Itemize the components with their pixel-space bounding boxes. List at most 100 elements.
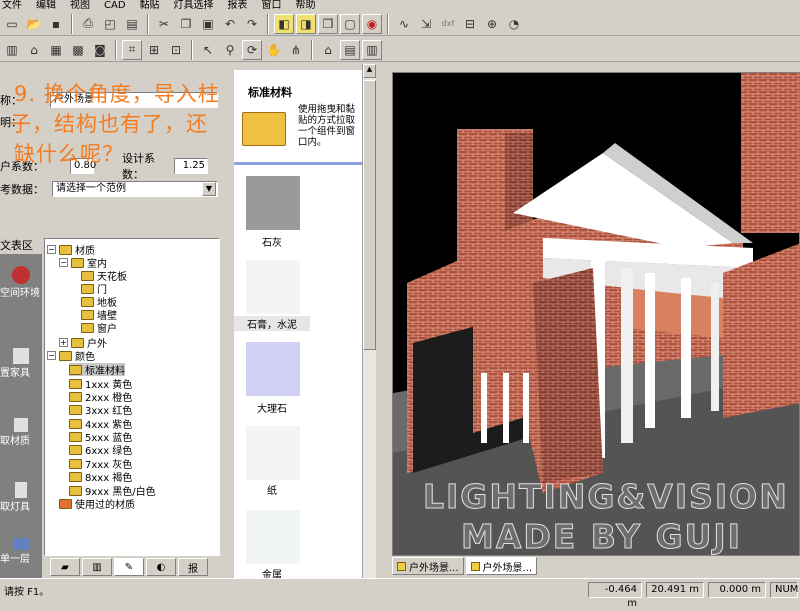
menu-paste[interactable]: 黏贴 xyxy=(140,0,160,12)
collapse-icon[interactable]: − xyxy=(47,245,56,254)
ref-select[interactable]: 请选择一个范例 ▼ xyxy=(52,181,218,197)
annotation-line-3: 缺什么呢？ xyxy=(14,142,124,166)
walk-icon[interactable]: ⋔ xyxy=(286,40,306,60)
paste-icon[interactable]: ▣ xyxy=(198,14,218,34)
print-icon[interactable]: ⎙ xyxy=(78,14,98,34)
split-vertical-icon[interactable]: ▥ xyxy=(362,39,382,60)
collapse-icon[interactable]: − xyxy=(59,258,68,267)
cut-icon[interactable]: ✂ xyxy=(154,14,174,34)
menu-lights[interactable]: 灯具选择 xyxy=(174,0,214,12)
pointer-icon[interactable]: ↖ xyxy=(198,40,218,60)
info-icon[interactable]: ◔ xyxy=(504,14,524,34)
menu-window[interactable]: 窗口 xyxy=(262,0,282,12)
copy-icon[interactable]: ❐ xyxy=(176,14,196,34)
render-viewport[interactable]: LIGHTING&VISION MADE BY GUJI xyxy=(392,72,800,556)
expand-icon[interactable]: + xyxy=(59,338,68,347)
undo-icon[interactable]: ↶ xyxy=(220,14,240,34)
tab-report[interactable]: 报 xyxy=(178,558,208,576)
tree-node-color[interactable]: − 颜色 xyxy=(47,349,95,363)
menu-file[interactable]: 文件 xyxy=(2,0,22,12)
tab-light[interactable]: ◐ xyxy=(146,558,176,576)
folder-icon xyxy=(69,485,82,496)
menu-help[interactable]: 帮助 xyxy=(296,0,316,12)
home-view-icon[interactable]: ⌂ xyxy=(318,40,338,60)
measure-icon[interactable]: ∿ xyxy=(394,14,414,34)
menu-edit[interactable]: 编辑 xyxy=(36,0,56,12)
calc-icon[interactable]: ⊟ xyxy=(460,14,480,34)
scroll-up-icon[interactable]: ▲ xyxy=(363,64,376,78)
new-file-icon[interactable]: ▭ xyxy=(2,14,22,34)
tab-outdoor-scene-2[interactable]: 户外场景... xyxy=(465,557,538,575)
menu-report[interactable]: 报表 xyxy=(228,0,248,12)
tree-label: 3xxx 红色 xyxy=(85,406,133,417)
grid-icon[interactable]: ⌗ xyxy=(122,39,142,60)
align-icon[interactable]: ⊞ xyxy=(144,40,164,60)
project-view-icon[interactable]: ◨ xyxy=(296,13,316,34)
folder-icon xyxy=(69,391,82,402)
tree-node-c8[interactable]: 8xxx 褐色 xyxy=(69,470,132,484)
sidebar-item-furniture[interactable]: 置家具 xyxy=(0,348,42,379)
tree-node-window[interactable]: 窗户 xyxy=(81,321,117,335)
redo-icon[interactable]: ↷ xyxy=(242,14,262,34)
folder-large-icon xyxy=(242,112,286,146)
folder-icon xyxy=(69,404,82,415)
swatch-marble[interactable] xyxy=(246,342,300,396)
swatch-plaster[interactable] xyxy=(246,260,300,314)
orbit-icon[interactable]: ⟳ xyxy=(242,39,262,60)
stamp-icon[interactable]: ◙ xyxy=(90,40,110,60)
tab-furniture[interactable]: ▥ xyxy=(82,558,112,576)
design-coef-field[interactable]: 1.25 xyxy=(174,158,208,174)
split-horizontal-icon[interactable]: ▤ xyxy=(340,39,360,60)
pan-hand-icon[interactable]: ✋ xyxy=(264,40,284,60)
cube-view-icon[interactable]: ❒ xyxy=(318,13,338,34)
sidebar-item-material[interactable]: 取材质 xyxy=(0,418,42,447)
sidebar-item-lights[interactable]: 取灯具 xyxy=(0,482,42,513)
save-icon[interactable]: ▪ xyxy=(46,14,66,34)
tab-outdoor-scene-1[interactable]: 户外场景... xyxy=(392,557,464,575)
toolbar-separator xyxy=(311,39,313,60)
sidebar-item-label: 置家具 xyxy=(0,368,30,379)
chevron-down-icon[interactable]: ▼ xyxy=(202,182,216,196)
tree-node-c6[interactable]: 6xxx 绿色 xyxy=(69,443,132,457)
folder-icon xyxy=(81,322,94,333)
wall-icon[interactable]: ▦ xyxy=(46,40,66,60)
menu-cad[interactable]: CAD xyxy=(104,0,126,12)
status-hint: 请按 F1。 xyxy=(4,587,50,598)
folder-icon xyxy=(69,418,82,429)
tab-folder[interactable]: ▰ xyxy=(50,558,80,576)
tab-material[interactable]: ✎ xyxy=(114,558,144,576)
ref-row: 考数据： 请选择一个范例 ▼ xyxy=(0,181,218,197)
tree-node-used[interactable]: 使用过的材质 xyxy=(59,497,135,511)
tree-node-standard[interactable]: 标准材料 xyxy=(69,363,125,377)
material-scrollbar[interactable]: ▲ xyxy=(362,64,376,578)
dxf-export-icon[interactable]: dxf xyxy=(438,19,458,28)
snap-icon[interactable]: ⊡ xyxy=(166,40,186,60)
swatch-metal[interactable] xyxy=(246,510,300,564)
furniture-icon[interactable]: ▩ xyxy=(68,40,88,60)
compass-icon[interactable]: ⊕ xyxy=(482,14,502,34)
zoom-icon[interactable]: ⚲ xyxy=(220,40,240,60)
collapse-icon[interactable]: − xyxy=(47,351,56,360)
tree-node-c3[interactable]: 3xxx 红色 xyxy=(69,403,133,417)
folder-icon xyxy=(69,444,82,455)
brush-icon xyxy=(14,418,28,432)
room-icon[interactable]: ⌂ xyxy=(24,40,44,60)
sidebar-item-space[interactable]: 空间环境 xyxy=(0,266,42,299)
viewport-tabs: 户外场景... 户外场景... xyxy=(392,556,800,576)
material-swatch-list: 石灰 石膏，水泥 大理石 纸 金属 xyxy=(234,170,364,578)
print-preview-icon[interactable]: ◰ xyxy=(100,14,120,34)
watermark-line-1: LIGHTING&VISION xyxy=(423,477,789,517)
scroll-thumb[interactable] xyxy=(363,80,376,350)
swatch-lime[interactable] xyxy=(246,176,300,230)
render-view-icon[interactable]: ◉ xyxy=(362,13,382,34)
arrange-icon[interactable]: ▥ xyxy=(2,40,22,60)
box-view-icon[interactable]: ▢ xyxy=(340,13,360,34)
sidebar-item-single[interactable]: 单一层 xyxy=(0,538,42,565)
page-setup-icon[interactable]: ▤ xyxy=(122,14,142,34)
open-folder-icon[interactable]: 📂 xyxy=(24,14,44,34)
import-icon[interactable]: ⇲ xyxy=(416,14,436,34)
room-view-icon[interactable]: ◧ xyxy=(274,13,294,34)
menu-view[interactable]: 视图 xyxy=(70,0,90,12)
sidebar-header: 文表区 xyxy=(0,238,42,254)
swatch-paper[interactable] xyxy=(246,426,300,480)
